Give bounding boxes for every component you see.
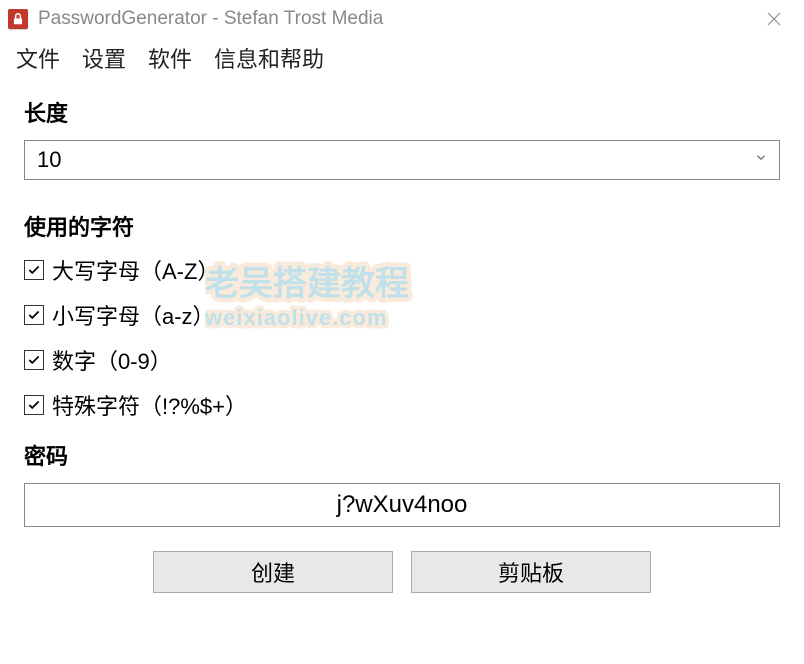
menu-settings[interactable]: 设置 xyxy=(82,42,126,74)
checkbox-lowercase[interactable]: 小写字母（a-z） xyxy=(24,299,780,331)
content-area: 长度 10 使用的字符 大写字母（A-Z） 小写字母（a-z） xyxy=(0,86,804,593)
length-select[interactable]: 10 xyxy=(24,140,780,180)
checkbox-icon xyxy=(24,305,44,325)
checkbox-icon xyxy=(24,350,44,370)
menu-software[interactable]: 软件 xyxy=(148,42,192,74)
create-button[interactable]: 创建 xyxy=(153,551,393,593)
password-field[interactable] xyxy=(24,483,780,527)
charset-label: 使用的字符 xyxy=(24,210,780,242)
close-button[interactable] xyxy=(746,0,802,38)
checkbox-label: 小写字母（a-z） xyxy=(52,299,215,331)
menu-info-help[interactable]: 信息和帮助 xyxy=(214,42,324,74)
password-label: 密码 xyxy=(24,439,780,471)
charset-section: 大写字母（A-Z） 小写字母（a-z） 数字（0-9） 特殊字符（!?%$+） xyxy=(24,254,780,421)
checkbox-label: 特殊字符（!?%$+） xyxy=(52,389,247,421)
window-title: PasswordGenerator - Stefan Trost Media xyxy=(38,8,746,30)
button-row: 创建 剪贴板 xyxy=(24,551,780,593)
length-select-wrap[interactable]: 10 xyxy=(24,140,780,180)
clipboard-button[interactable]: 剪贴板 xyxy=(411,551,651,593)
checkbox-icon xyxy=(24,260,44,280)
length-label: 长度 xyxy=(24,96,780,128)
checkbox-label: 数字（0-9） xyxy=(52,344,172,376)
checkbox-icon xyxy=(24,395,44,415)
titlebar: PasswordGenerator - Stefan Trost Media xyxy=(0,0,804,38)
checkbox-digits[interactable]: 数字（0-9） xyxy=(24,344,780,376)
app-icon xyxy=(8,9,28,29)
menu-file[interactable]: 文件 xyxy=(16,42,60,74)
checkbox-label: 大写字母（A-Z） xyxy=(52,254,219,286)
menubar: 文件 设置 软件 信息和帮助 xyxy=(0,38,804,86)
checkbox-special[interactable]: 特殊字符（!?%$+） xyxy=(24,389,780,421)
length-value: 10 xyxy=(37,147,61,173)
checkbox-uppercase[interactable]: 大写字母（A-Z） xyxy=(24,254,780,286)
